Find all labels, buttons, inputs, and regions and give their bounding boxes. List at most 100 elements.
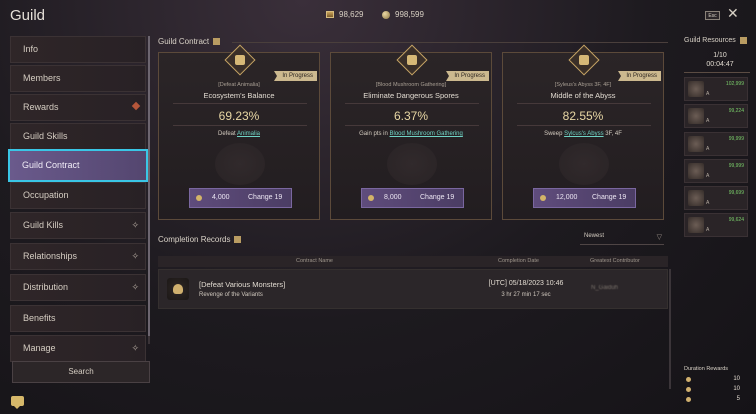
- contract-cost: 4,000: [212, 194, 230, 201]
- table-scrollbar[interactable]: [669, 269, 671, 389]
- divider: [517, 125, 651, 126]
- bull-emblem-icon: [224, 44, 256, 76]
- change-label: Change 19: [248, 194, 283, 201]
- task-link[interactable]: Sylcus's Abyss: [564, 131, 604, 137]
- contract-progress: 6.37%: [393, 109, 429, 123]
- search-button[interactable]: Search: [12, 361, 150, 383]
- contract-card[interactable]: In Progress [Syleus's Abyss 3F, 4F] Midd…: [502, 44, 664, 220]
- resource-bone-icon: [688, 190, 704, 206]
- contract-card[interactable]: In Progress [Defeat Animalia] Ecosystem'…: [158, 44, 320, 220]
- duration-reward-value: 10: [733, 386, 740, 392]
- sidebar-item-guild-contract[interactable]: Guild Contract: [8, 149, 148, 182]
- record-contributor[interactable]: N_Gaiduh: [591, 285, 618, 291]
- change-label: Change 19: [592, 194, 627, 201]
- expand-icon: ✧: [131, 282, 139, 292]
- divider: [517, 103, 651, 104]
- resource-value: 99,699: [728, 190, 744, 196]
- resource-value: 99,224: [728, 108, 744, 114]
- resource-item[interactable]: 99,224 A: [684, 104, 748, 128]
- duration-reward-value: 10: [733, 376, 740, 382]
- currency-gold: 98,629: [326, 10, 363, 19]
- duration-reward-row: 5: [684, 396, 740, 405]
- sidebar-item-members[interactable]: Members: [10, 65, 146, 92]
- resource-hide-icon: [688, 136, 704, 152]
- record-completion-date: [UTC] 05/18/2023 10:46: [488, 280, 564, 287]
- sidebar-item-guild-skills[interactable]: Guild Skills: [10, 123, 146, 150]
- currency-silver: 998,599: [382, 10, 424, 19]
- resource-value: 99,999: [728, 163, 744, 169]
- resources-timer: 00:04:47: [706, 61, 734, 68]
- divider: [345, 103, 479, 104]
- mushroom-emblem-icon: [396, 44, 428, 76]
- sort-dropdown[interactable]: Newest ▽: [580, 233, 664, 245]
- bull-emblem-icon: [167, 278, 189, 300]
- sidebar-item-rewards[interactable]: Rewards: [10, 94, 146, 121]
- close-icon[interactable]: ✕: [727, 6, 739, 20]
- change-button[interactable]: 8,000 Change 19: [361, 188, 464, 208]
- watermark-icon: [559, 143, 609, 185]
- sidebar-item-occupation[interactable]: Occupation: [10, 182, 146, 209]
- change-button[interactable]: 4,000 Change 19: [189, 188, 292, 208]
- coin-icon: [368, 195, 374, 201]
- resource-grade: A: [706, 227, 710, 233]
- contract-cost: 12,000: [556, 194, 578, 201]
- task-text: 3F, 4F: [603, 131, 622, 137]
- sidebar-scrollbar[interactable]: [148, 36, 150, 344]
- contract-category: [Syleus's Abyss 3F, 4F]: [554, 82, 612, 88]
- resource-item[interactable]: 99,999 A: [684, 132, 748, 156]
- divider: [173, 125, 307, 126]
- task-link[interactable]: Blood Mushroom Gathering: [389, 131, 462, 137]
- expand-icon: ✧: [131, 343, 139, 353]
- resource-feather-icon: [688, 163, 704, 179]
- duration-reward-row: 10: [684, 386, 740, 395]
- resources-icon: [740, 37, 747, 44]
- coin-icon: [382, 10, 390, 19]
- resource-crystal-icon: [688, 217, 704, 233]
- change-button[interactable]: 12,000 Change 19: [533, 188, 636, 208]
- task-text: Gain pts in: [359, 131, 390, 137]
- chat-icon[interactable]: [11, 396, 24, 409]
- table-row[interactable]: [Defeat Various Monsters] Revenge of the…: [158, 269, 668, 309]
- sort-selected-value: Newest: [584, 233, 605, 239]
- coin-icon: [540, 195, 546, 201]
- currency-gold-value: 98,629: [339, 10, 364, 19]
- scroll-icon: [234, 236, 242, 243]
- sidebar-item-label: Guild Contract: [22, 160, 80, 170]
- divider: [684, 72, 750, 73]
- resource-value: 99,999: [728, 136, 744, 142]
- sidebar-item-info[interactable]: Info: [10, 36, 146, 63]
- contract-name: Ecosystem's Balance: [203, 91, 275, 100]
- section-title-text: Guild Contract: [158, 37, 210, 46]
- contract-name: Eliminate Dangerous Spores: [363, 91, 459, 100]
- resource-grade: A: [706, 173, 710, 179]
- sidebar-item-relationships[interactable]: Relationships ✧: [10, 243, 146, 270]
- contract-card[interactable]: In Progress [Blood Mushroom Gathering] E…: [330, 44, 492, 220]
- sidebar-item-label: Guild Skills: [23, 131, 68, 141]
- status-badge: In Progress: [618, 71, 661, 81]
- resource-item[interactable]: 102,999 A: [684, 77, 748, 101]
- contract-category: [Blood Mushroom Gathering]: [375, 82, 447, 88]
- scrollbar-thumb[interactable]: [148, 36, 150, 336]
- status-badge: In Progress: [446, 71, 489, 81]
- contract-name: Middle of the Abyss: [550, 91, 616, 100]
- contract-cost: 8,000: [384, 194, 402, 201]
- sidebar-item-label: Occupation: [23, 190, 69, 200]
- sidebar-item-guild-kills[interactable]: Guild Kills ✧: [10, 212, 146, 239]
- sidebar-item-benefits[interactable]: Benefits: [10, 305, 146, 332]
- contract-progress: 82.55%: [562, 109, 604, 123]
- resource-claw-icon: [688, 108, 704, 124]
- sidebar-item-manage[interactable]: Manage ✧: [10, 335, 146, 362]
- sidebar-item-label: Members: [23, 73, 61, 83]
- sidebar-item-distribution[interactable]: Distribution ✧: [10, 274, 146, 301]
- top-bar: Guild 98,629 998,599 Esc ✕: [0, 0, 756, 30]
- task-link[interactable]: Animalia: [237, 131, 260, 137]
- chevron-down-icon: ▽: [656, 234, 662, 241]
- resource-item[interactable]: 99,999 A: [684, 159, 748, 183]
- resource-item[interactable]: 99,624 A: [684, 213, 748, 237]
- resource-item[interactable]: 99,699 A: [684, 186, 748, 210]
- expand-icon: ✧: [131, 251, 139, 261]
- abyss-emblem-icon: [568, 44, 600, 76]
- esc-button[interactable]: Esc: [705, 11, 720, 20]
- sidebar-item-label: Relationships: [23, 251, 78, 261]
- sidebar-item-label: Rewards: [23, 102, 59, 112]
